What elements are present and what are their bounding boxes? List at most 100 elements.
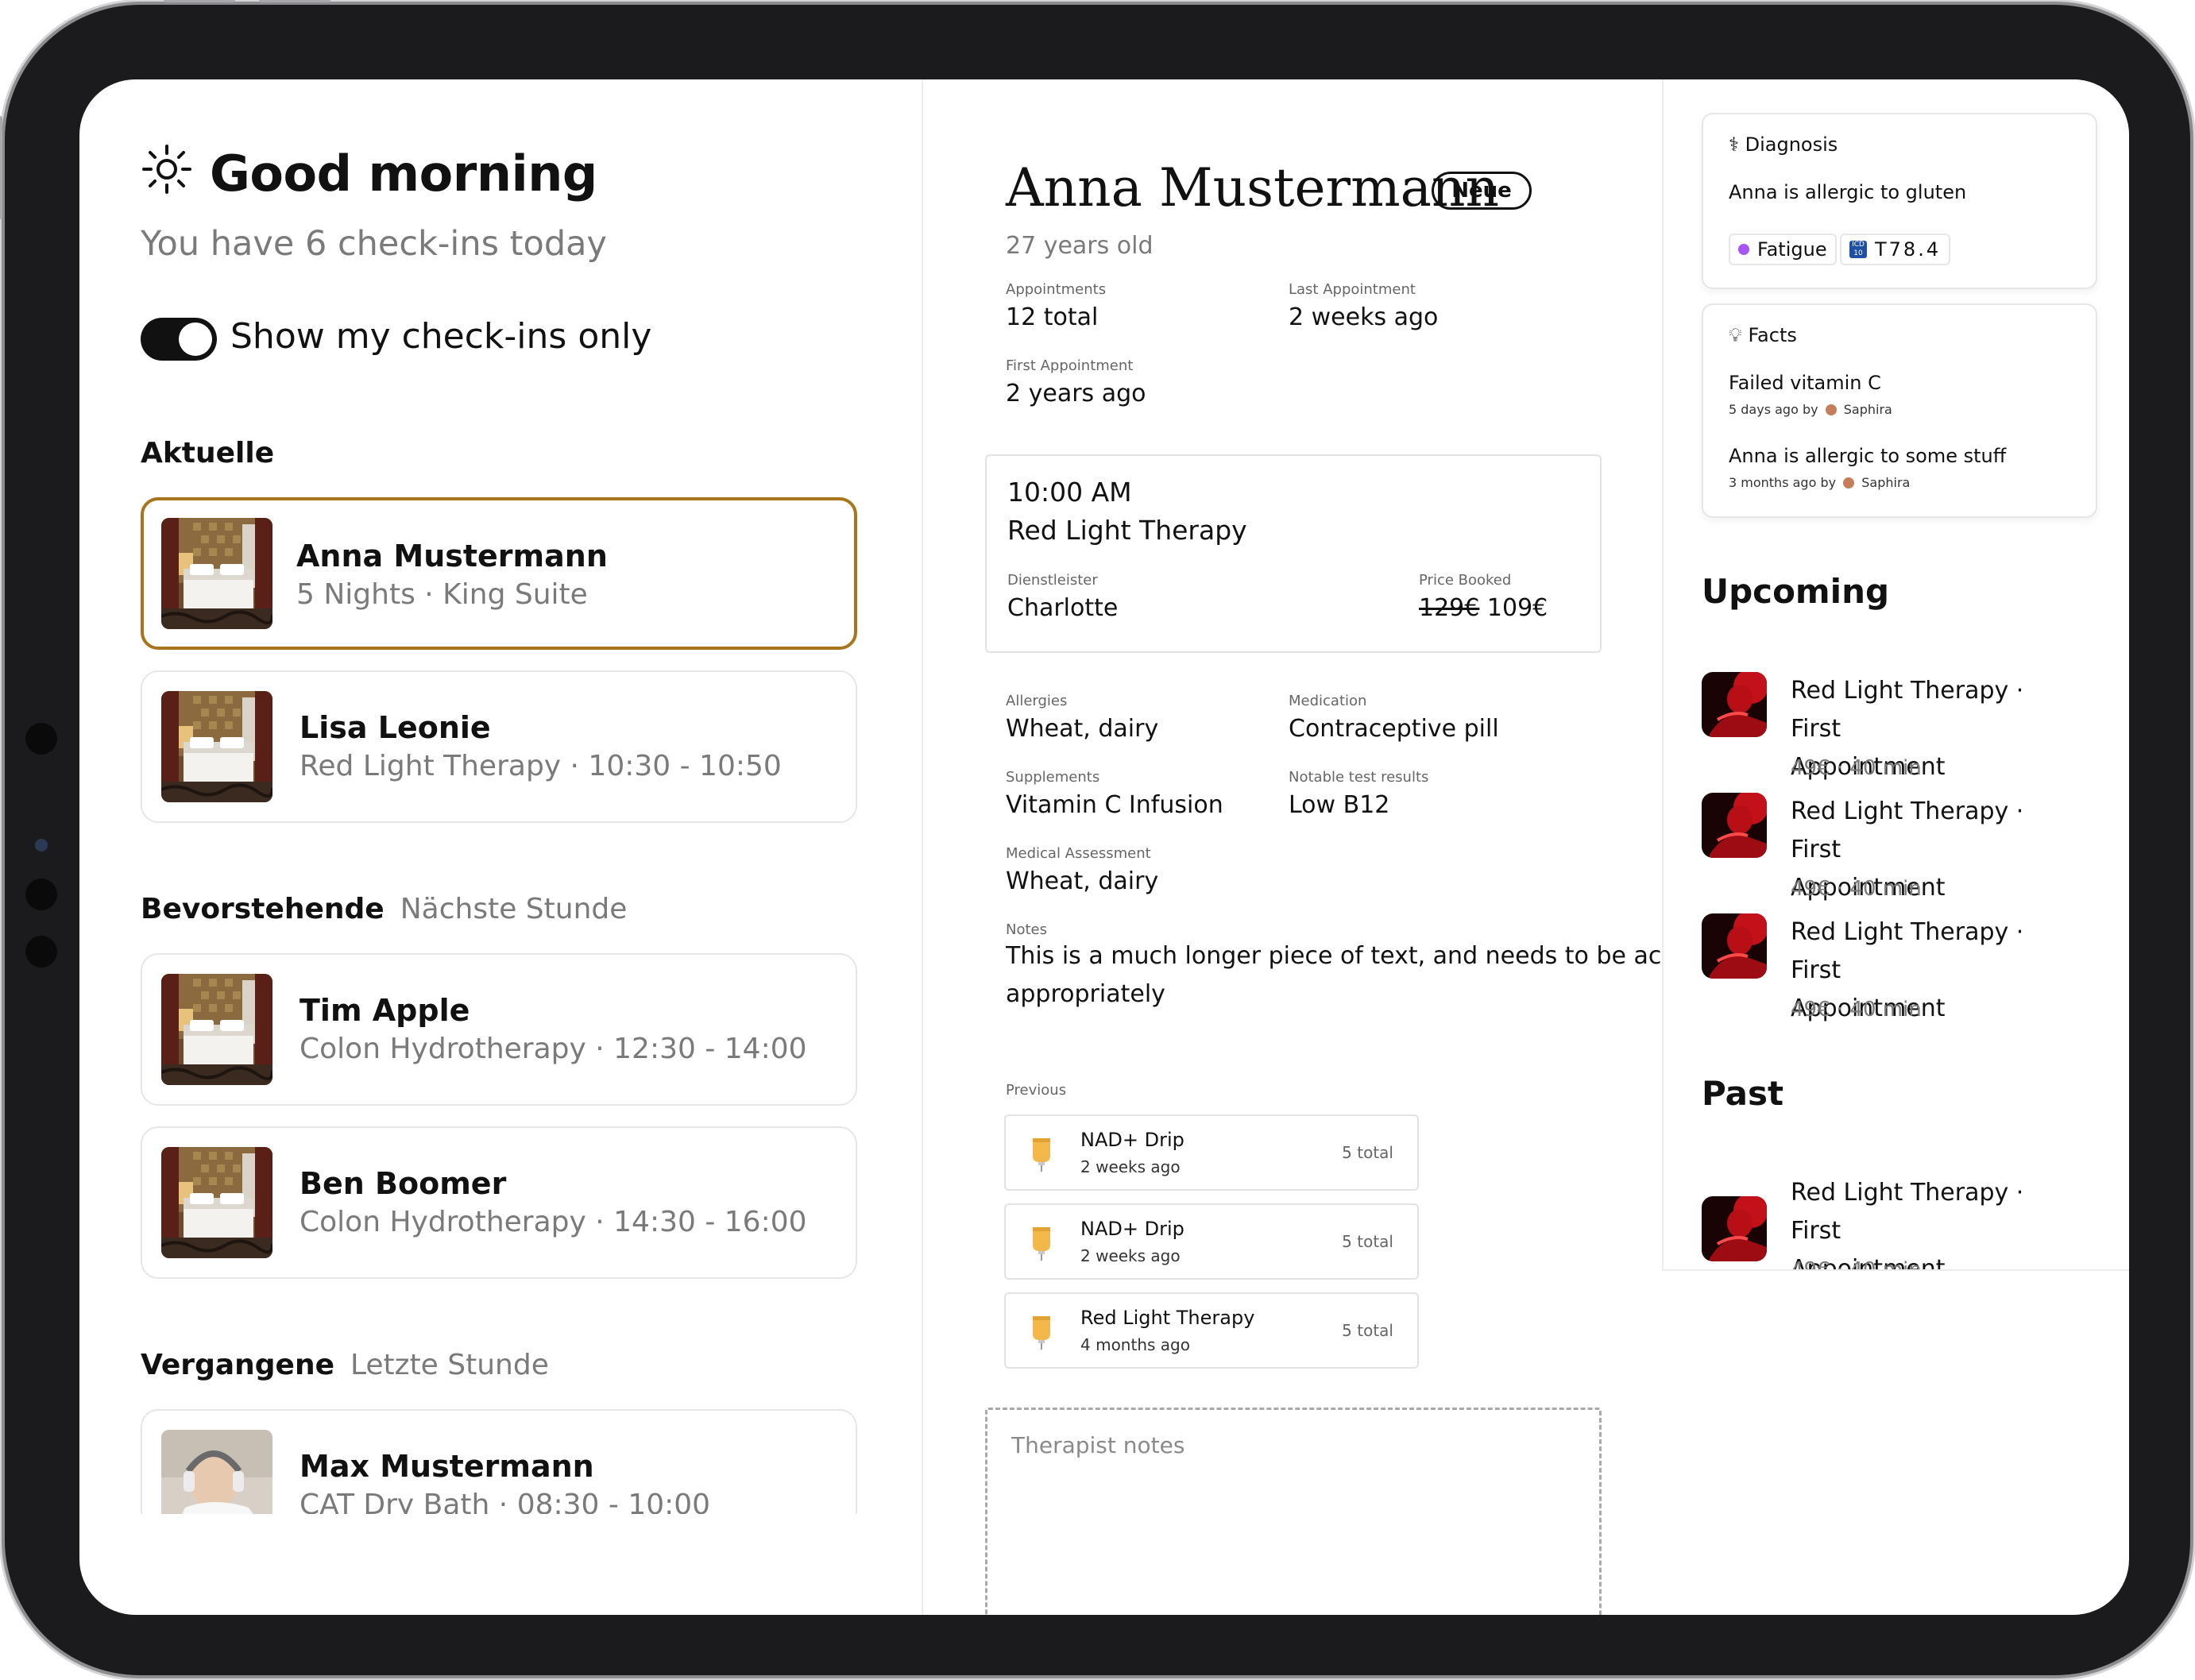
provider-label: Dienstleister <box>1007 572 1098 589</box>
upcoming-title: Upcoming <box>1702 572 1890 611</box>
icd-code-chip[interactable]: ICD 10 T78.4 <box>1840 234 1951 265</box>
stethoscope-icon: ⚕ <box>1729 133 1739 156</box>
appointment-service: Red Light Therapy <box>1007 515 1247 546</box>
guest-detail: Colon Hydrotherapy · 12:30 - 14:00 <box>299 1033 807 1065</box>
fact-text: Anna is allergic to some stuff <box>1729 445 2007 467</box>
guest-name: Anna Mustermann <box>296 539 608 574</box>
checkin-card[interactable]: Max Mustermann CAT Dry Bath · 08:30 - 10… <box>141 1409 857 1514</box>
my-checkins-toggle[interactable] <box>141 318 217 361</box>
red-light-therapy-image <box>1702 1196 1767 1261</box>
first-appointment-value: 2 years ago <box>1006 380 1146 407</box>
guest-name: Tim Apple <box>299 993 470 1028</box>
treatment-date: 2 weeks ago <box>1080 1246 1181 1265</box>
checkin-card-selected[interactable]: Anna Mustermann 5 Nights · King Suite <box>141 497 857 650</box>
volume-button <box>0 116 2 219</box>
previous-treatment[interactable]: NAD+ Drip 2 weeks ago 5 total <box>1004 1114 1419 1191</box>
diagnosis-text: Anna is allergic to gluten <box>1729 181 1967 203</box>
facts-title: Facts <box>1748 324 1797 346</box>
current-appointment-card[interactable]: 10:00 AM Red Light Therapy Dienstleister… <box>985 454 1602 653</box>
last-appointment-value: 2 weeks ago <box>1289 303 1439 331</box>
hotel-room-image <box>161 518 272 629</box>
fact-text: Failed vitamin C <box>1729 372 1881 394</box>
red-light-therapy-image <box>1702 793 1767 858</box>
upcoming-item-meta: 49€ · 40 min <box>1791 877 1922 901</box>
notes-clip: This is a much longer piece of text, and… <box>1006 942 1737 1029</box>
section-upcoming: Bevorstehende Nächste Stunde <box>141 893 627 925</box>
guest-detail: CAT Dry Bath · 08:30 - 10:00 <box>299 1489 711 1514</box>
section-hint: Nächste Stunde <box>400 893 628 925</box>
sensor-dot <box>25 936 57 967</box>
assessment-value: Wheat, dairy <box>1006 867 1159 895</box>
greeting-title: Good morning <box>210 145 597 203</box>
facts-header: 💡︎ Facts <box>1729 324 1797 346</box>
hotel-room-image <box>161 691 272 802</box>
checkin-card[interactable]: Tim Apple Colon Hydrotherapy · 12:30 - 1… <box>141 953 857 1106</box>
author-avatar <box>1825 404 1837 415</box>
test-results-value: Low B12 <box>1289 791 1390 819</box>
section-title: Bevorstehende <box>141 893 385 925</box>
tablet-frame: Good morning You have 6 check-ins today … <box>0 0 2190 1675</box>
treatment-date: 4 months ago <box>1080 1335 1190 1354</box>
past-item-title[interactable]: Red Light Therapy · First Appointment <box>1791 1174 2077 1269</box>
author-avatar <box>1843 477 1855 489</box>
chip-label: T78.4 <box>1875 238 1942 261</box>
treatment-title: NAD+ Drip <box>1080 1218 1184 1240</box>
fact-meta: 3 months ago by Saphira <box>1729 475 1910 490</box>
previous-treatment[interactable]: Red Light Therapy 4 months ago 5 total <box>1004 1292 1419 1369</box>
treatment-count: 5 total <box>1342 1321 1393 1340</box>
spa-guest-image <box>161 1430 272 1514</box>
sun-icon <box>142 145 191 194</box>
therapist-notes-input[interactable]: Therapist notes <box>985 1408 1602 1615</box>
patient-age: 27 years old <box>1006 232 1154 260</box>
iv-bag-icon <box>1030 1137 1053 1172</box>
notes-label: Notes <box>1006 921 1047 938</box>
red-light-therapy-image <box>1702 672 1767 737</box>
sensor-dot <box>25 879 57 910</box>
section-past: Vergangene Letzte Stunde <box>141 1349 549 1381</box>
hotel-room-image <box>161 1147 272 1258</box>
fact-date: 5 days ago by <box>1729 402 1818 417</box>
diagnosis-title: Diagnosis <box>1745 133 1838 156</box>
fact-date: 3 months ago by <box>1729 475 1837 490</box>
past-title: Past <box>1702 1074 1784 1113</box>
checkin-count: You have 6 check-ins today <box>141 224 607 264</box>
app-screen: Good morning You have 6 check-ins today … <box>79 79 2129 1615</box>
icd-10-icon: ICD 10 <box>1849 241 1867 258</box>
treatment-count: 5 total <box>1342 1143 1393 1162</box>
fact-meta: 5 days ago by Saphira <box>1729 402 1892 417</box>
last-appointment-label: Last Appointment <box>1289 281 1416 298</box>
upcoming-title-line: Red Light Therapy · First <box>1791 677 2024 743</box>
checkin-card[interactable]: Ben Boomer Colon Hydrotherapy · 14:30 - … <box>141 1126 857 1279</box>
price-label: Price Booked <box>1419 572 1512 589</box>
past-title-line: Red Light Therapy · First <box>1791 1179 2024 1245</box>
guest-name: Max Mustermann <box>299 1449 594 1484</box>
treatment-count: 5 total <box>1342 1232 1393 1251</box>
upcoming-item-meta: 49€ · 40 min <box>1791 756 1922 780</box>
appointments-label: Appointments <box>1006 281 1107 298</box>
price-old: 129€ <box>1419 594 1480 622</box>
upcoming-title-line: Red Light Therapy · First <box>1791 798 2024 863</box>
symptom-chip[interactable]: Fatigue <box>1729 234 1837 265</box>
section-title: Vergangene <box>141 1349 334 1381</box>
iv-bag-icon <box>1030 1315 1053 1350</box>
price-value: 129€ 109€ <box>1419 594 1548 622</box>
diagnosis-card[interactable]: ⚕ Diagnosis Anna is allergic to gluten F… <box>1702 113 2097 289</box>
toggle-label: Show my check-ins only <box>230 316 652 357</box>
upcoming-item-meta: 49€ · 40 min <box>1791 998 1922 1022</box>
guest-detail: 5 Nights · King Suite <box>296 578 588 611</box>
allergies-label: Allergies <box>1006 693 1068 709</box>
previous-treatment[interactable]: NAD+ Drip 2 weeks ago 5 total <box>1004 1203 1419 1280</box>
treatment-title: NAD+ Drip <box>1080 1129 1184 1151</box>
facts-card[interactable]: 💡︎ Facts Failed vitamin C 5 days ago by … <box>1702 303 2097 518</box>
medication-value: Contraceptive pill <box>1289 715 1499 743</box>
checkin-card[interactable]: Lisa Leonie Red Light Therapy · 10:30 - … <box>141 670 857 823</box>
camera-lens <box>35 839 48 852</box>
top-button <box>164 0 235 2</box>
purple-dot-icon <box>1738 244 1749 255</box>
guest-detail: Colon Hydrotherapy · 14:30 - 16:00 <box>299 1206 807 1238</box>
red-light-therapy-image <box>1702 913 1767 979</box>
top-button <box>259 0 330 2</box>
diagnosis-header: ⚕ Diagnosis <box>1729 133 1838 156</box>
guest-name: Lisa Leonie <box>299 710 491 745</box>
past-item-meta: 49€ · 40 min <box>1791 1258 1922 1271</box>
